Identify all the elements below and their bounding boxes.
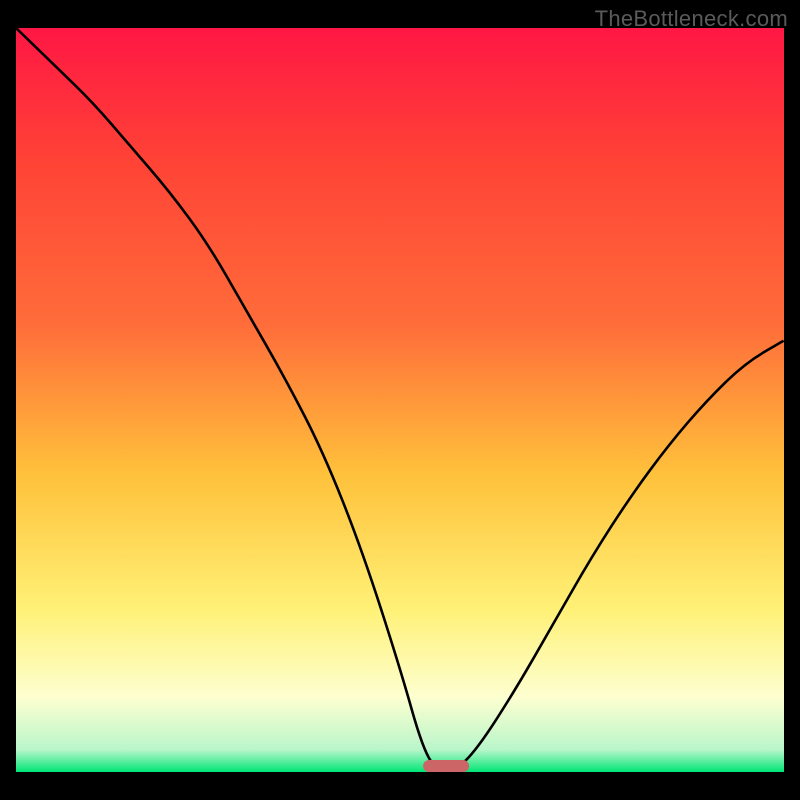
gradient-background xyxy=(16,28,784,772)
watermark-text: TheBottleneck.com xyxy=(595,6,788,32)
chart-area xyxy=(16,28,784,772)
bottleneck-chart-svg xyxy=(16,28,784,772)
optimal-range-marker xyxy=(423,760,469,772)
